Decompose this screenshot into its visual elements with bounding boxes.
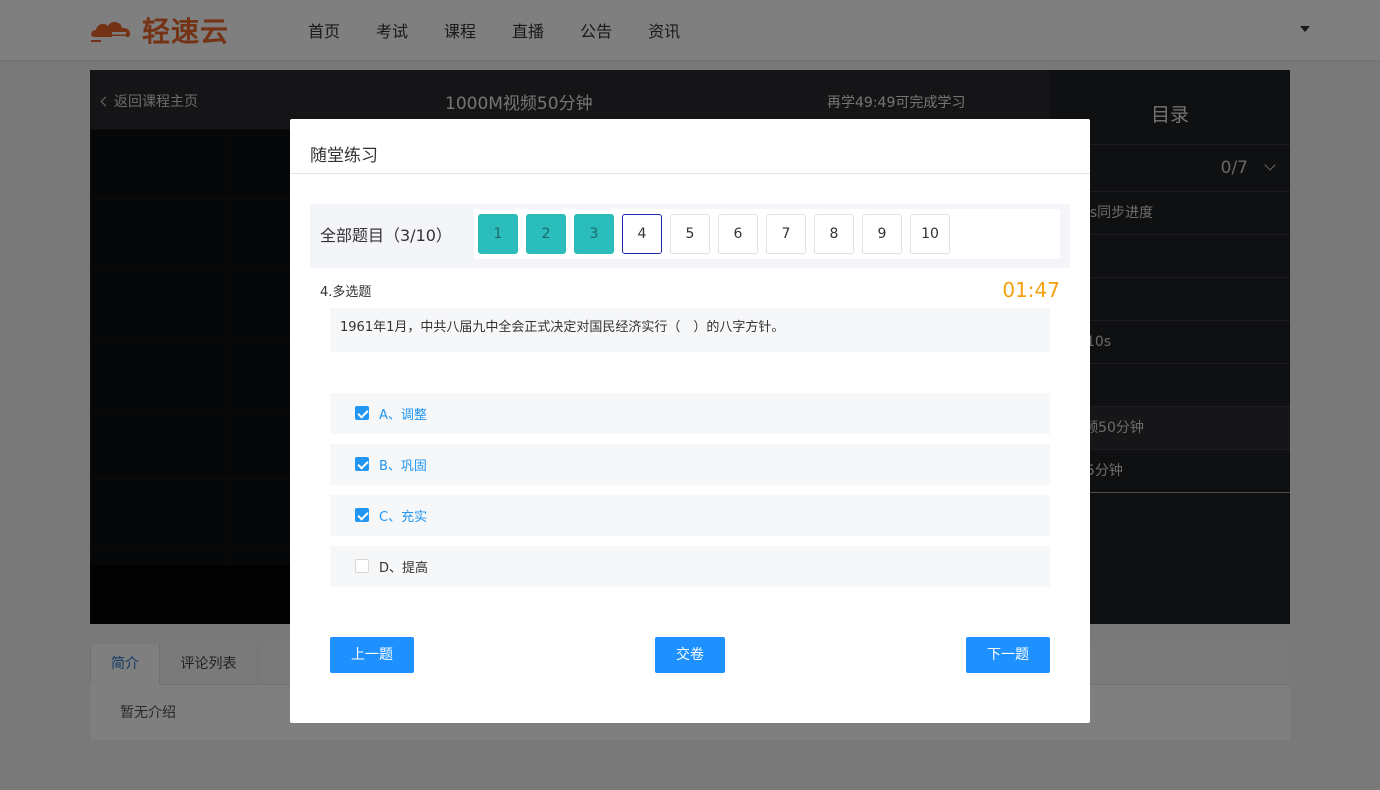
question-number-button[interactable]: 3 xyxy=(574,214,614,254)
option-checkbox[interactable] xyxy=(355,559,369,573)
question-number-button[interactable]: 5 xyxy=(670,214,710,254)
option-label: A、调整 xyxy=(379,408,427,423)
question-number-button[interactable]: 6 xyxy=(718,214,758,254)
answer-option[interactable]: A、调整 xyxy=(330,393,1050,434)
question-number-button[interactable]: 10 xyxy=(910,214,950,254)
question-stem: 1961年1月，中共八届九中全会正式决定对国民经济实行（ ）的八字方针。 xyxy=(330,308,1050,352)
prev-question-button[interactable]: 上一题 xyxy=(330,637,414,673)
option-checkbox[interactable] xyxy=(355,508,369,522)
question-number-button[interactable]: 7 xyxy=(766,214,806,254)
submit-exam-button[interactable]: 交卷 xyxy=(655,637,725,673)
dialog-title: 随堂练习 xyxy=(310,146,378,166)
question-number-button[interactable]: 9 xyxy=(862,214,902,254)
countdown-timer: 01:47 xyxy=(1002,278,1060,302)
next-question-button[interactable]: 下一题 xyxy=(966,637,1050,673)
question-number-button[interactable]: 8 xyxy=(814,214,854,254)
question-number-button[interactable]: 1 xyxy=(478,214,518,254)
option-checkbox[interactable] xyxy=(355,406,369,420)
option-label: D、提高 xyxy=(379,561,429,576)
option-label: C、充实 xyxy=(379,510,428,525)
question-type: 4.多选题 xyxy=(320,285,372,300)
practice-dialog: 随堂练习 全部题目（3/10） 1 2 3 4 5 6 7 8 9 10 4.多选题 01:47 … xyxy=(290,119,1090,723)
answer-option[interactable]: C、充实 xyxy=(330,495,1050,536)
answer-option[interactable]: D、提高 xyxy=(330,546,1050,587)
question-number-button[interactable]: 4 xyxy=(622,214,662,254)
dialog-divider xyxy=(290,173,1090,174)
question-count-label: 全部题目（3/10） xyxy=(320,226,452,245)
answer-option[interactable]: B、巩固 xyxy=(330,444,1050,485)
option-checkbox[interactable] xyxy=(355,457,369,471)
option-label: B、巩固 xyxy=(379,459,427,474)
question-number-button[interactable]: 2 xyxy=(526,214,566,254)
